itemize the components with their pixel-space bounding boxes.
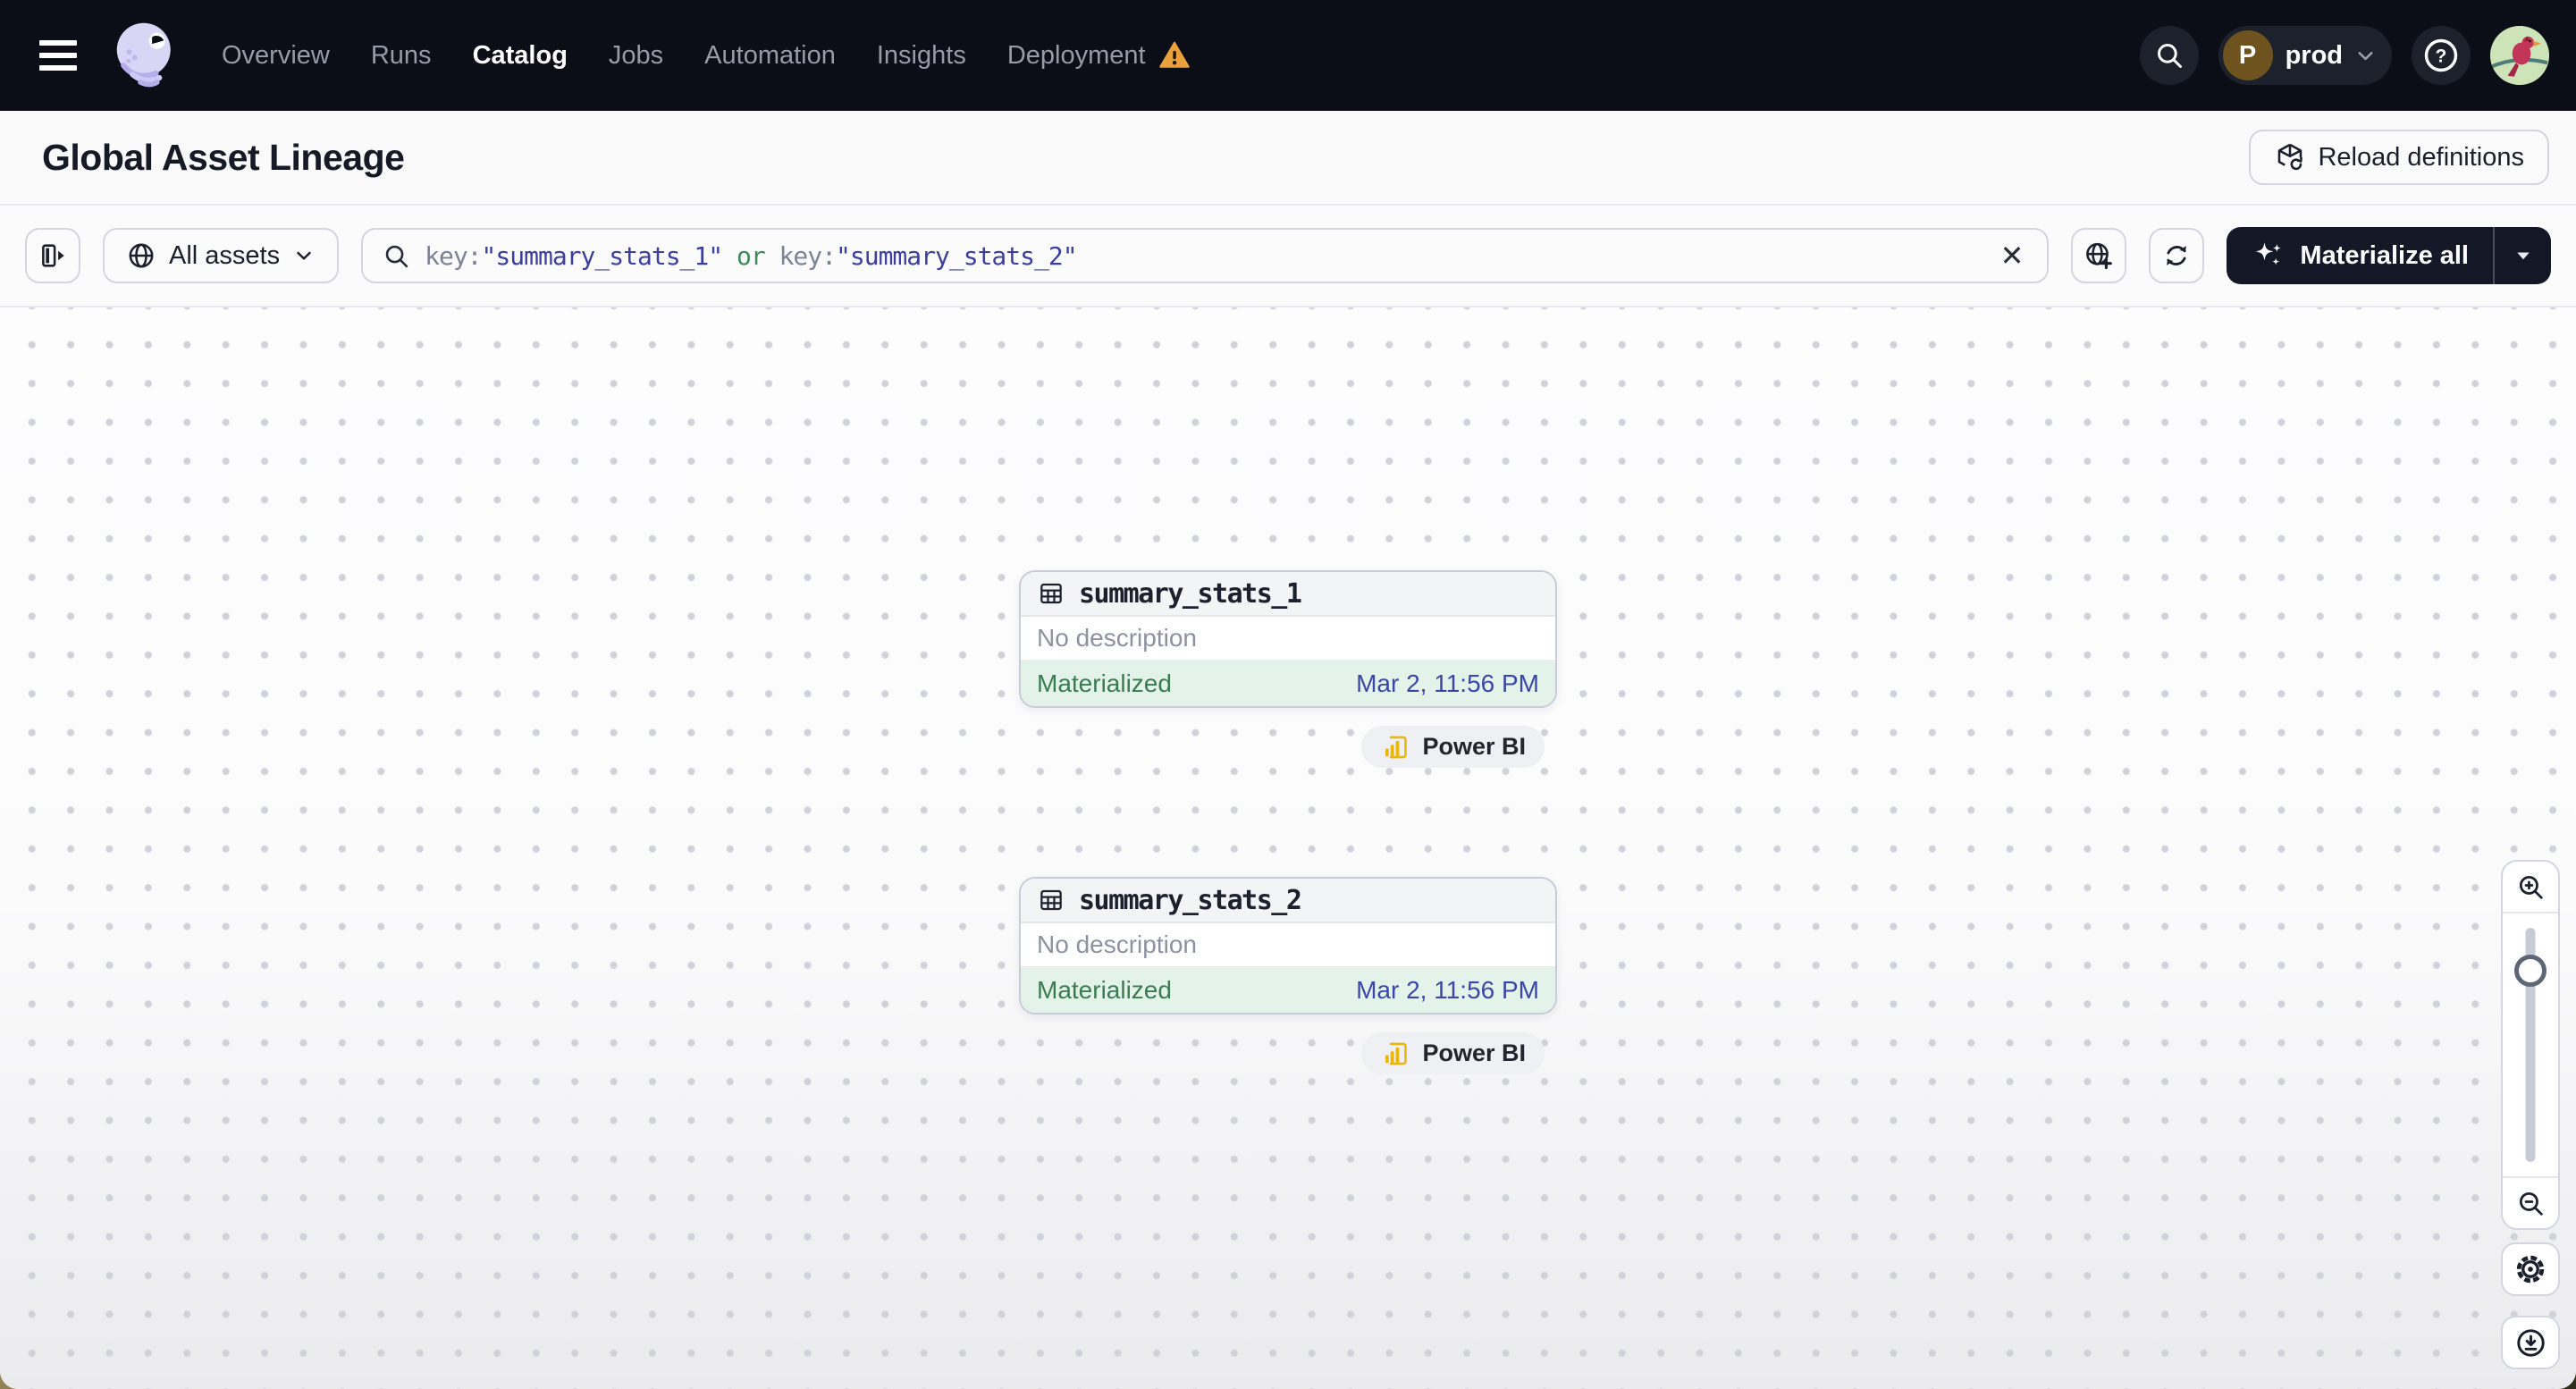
reload-cube-icon (2278, 143, 2304, 173)
nav-item-insights[interactable]: Insights (877, 41, 966, 71)
clear-query-button[interactable]: ✕ (1997, 241, 2028, 270)
zoom-out-icon (2519, 1191, 2543, 1216)
reload-definitions-button[interactable]: Reload definitions (2249, 130, 2549, 185)
asset-description: No description (1021, 617, 1555, 661)
asset-name: summary_stats_2 (1079, 884, 1302, 916)
svg-text:?: ? (2436, 46, 2447, 67)
navbar-left: Overview Runs Catalog Jobs Automation In… (27, 20, 2140, 91)
top-navbar: Overview Runs Catalog Jobs Automation In… (0, 0, 2576, 111)
navbar-right: P prod ? (2139, 26, 2549, 85)
hamburger-menu-button[interactable] (39, 35, 88, 76)
gear-icon (2516, 1255, 2545, 1284)
asset-name: summary_stats_1 (1079, 577, 1302, 610)
main-nav: Overview Runs Catalog Jobs Automation In… (222, 39, 1191, 72)
table-icon (1040, 889, 1062, 911)
asset-node[interactable]: summary_stats_2 No description Materiali… (1019, 877, 1557, 1014)
asset-status: Materialized (1037, 976, 1172, 1004)
asset-node[interactable]: summary_stats_1 No description Materiali… (1019, 570, 1557, 708)
zoom-out-button[interactable] (2503, 1176, 2558, 1228)
asset-status-row: Materialized Mar 2, 11:56 PM (1021, 968, 1555, 1013)
refresh-icon (2167, 246, 2187, 265)
avatar-bird-image (2490, 26, 2549, 85)
dagster-logo-icon[interactable] (109, 20, 181, 91)
warning-icon (1158, 41, 1190, 68)
page-title: Global Asset Lineage (42, 136, 405, 178)
global-search-button[interactable] (2139, 26, 2199, 85)
zoom-in-button[interactable] (2503, 862, 2558, 913)
deployment-switcher[interactable]: P prod (2218, 26, 2392, 85)
asset-status: Materialized (1037, 669, 1172, 697)
zoom-in-icon (2519, 875, 2543, 899)
nav-item-jobs[interactable]: Jobs (609, 41, 663, 71)
asset-status-row: Materialized Mar 2, 11:56 PM (1021, 661, 1555, 706)
asset-tag-row: Power BI (1019, 1032, 1557, 1074)
sparkles-icon (2255, 242, 2282, 265)
lineage-toolbar: All assets key:"summary_stats_1" or key:… (0, 206, 2576, 307)
nav-item-deployment-label: Deployment (1006, 40, 1146, 70)
table-icon (1040, 583, 1062, 604)
materialize-options-button[interactable] (2495, 227, 2551, 284)
chevron-down-icon (2358, 51, 2373, 60)
zoom-slider[interactable] (2503, 913, 2558, 1176)
page-header: Global Asset Lineage Reload definitions (0, 111, 2576, 206)
asset-materialized-time[interactable]: Mar 2, 11:56 PM (1356, 976, 1539, 1005)
asset-kind-tag[interactable]: Power BI (1361, 726, 1545, 768)
asset-node-header: summary_stats_1 (1021, 572, 1555, 617)
asset-kind-label: Power BI (1422, 1040, 1526, 1066)
nav-item-catalog[interactable]: Catalog (473, 41, 568, 71)
nav-item-runs[interactable]: Runs (371, 41, 432, 71)
powerbi-icon (1385, 736, 1408, 758)
reload-definitions-label: Reload definitions (2318, 142, 2524, 172)
asset-group-filter[interactable]: All assets (103, 228, 340, 283)
lineage-settings-button[interactable] (2501, 1242, 2560, 1296)
open-sidebar-button[interactable] (25, 228, 80, 283)
panel-open-icon (42, 244, 64, 267)
materialize-all-label: Materialize all (2300, 240, 2469, 270)
globe-plus-icon (2086, 242, 2113, 270)
zoom-slider-thumb[interactable] (2514, 955, 2547, 987)
refresh-button[interactable] (2149, 228, 2205, 283)
dagster-app: Overview Runs Catalog Jobs Automation In… (0, 0, 2576, 1389)
search-icon (385, 245, 408, 267)
nav-item-overview[interactable]: Overview (222, 41, 330, 71)
asset-kind-label: Power BI (1422, 733, 1526, 760)
asset-description: No description (1021, 923, 1555, 968)
deployment-name: prod (2285, 40, 2343, 70)
download-image-button[interactable] (2501, 1316, 2560, 1369)
asset-materialized-time[interactable]: Mar 2, 11:56 PM (1356, 669, 1539, 698)
help-icon: ? (2424, 38, 2458, 72)
nav-item-automation[interactable]: Automation (704, 41, 836, 71)
asset-group-filter-label: All assets (169, 240, 281, 270)
caret-down-icon (2516, 252, 2530, 260)
asset-kind-tag[interactable]: Power BI (1361, 1032, 1545, 1074)
deployment-avatar: P (2222, 30, 2273, 80)
nav-item-deployment[interactable]: Deployment (1007, 39, 1191, 72)
asset-tag-row: Power BI (1019, 726, 1557, 768)
user-avatar[interactable] (2490, 26, 2549, 85)
help-button[interactable]: ? (2412, 26, 2471, 85)
asset-query-input[interactable]: key:"summary_stats_1" or key:"summary_st… (361, 228, 2050, 283)
lineage-canvas[interactable]: summary_stats_1 No description Materiali… (0, 307, 2576, 1389)
asset-node-header: summary_stats_2 (1021, 879, 1555, 923)
globe-icon (129, 243, 154, 268)
powerbi-icon (1385, 1042, 1408, 1065)
materialize-all-button[interactable]: Materialize all (2227, 227, 2493, 284)
materialize-split-button: Materialize all (2227, 227, 2551, 284)
view-global-lineage-button[interactable] (2071, 228, 2127, 283)
search-icon (2157, 44, 2182, 68)
zoom-control-panel (2501, 860, 2560, 1230)
download-icon (2516, 1328, 2545, 1357)
chevron-down-icon (297, 251, 311, 260)
asset-query-text: key:"summary_stats_1" or key:"summary_st… (425, 240, 1077, 271)
